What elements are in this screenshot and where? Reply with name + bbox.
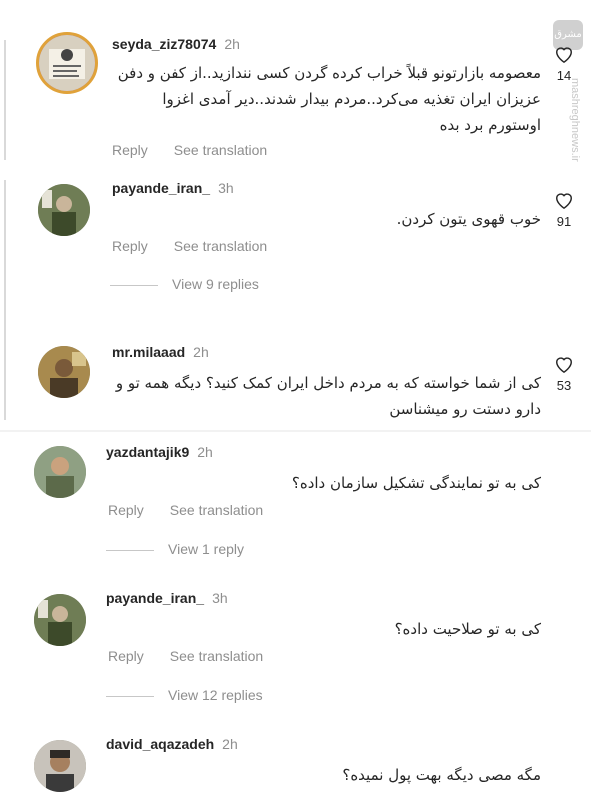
username[interactable]: payande_iran_ — [106, 590, 204, 606]
thread-line — [4, 40, 6, 160]
avatar[interactable] — [38, 184, 90, 236]
comment-actions: Reply See translation — [108, 648, 289, 664]
see-translation-button[interactable]: See translation — [174, 238, 267, 254]
view-replies-label: View 9 replies — [172, 276, 259, 292]
comment-header: seyda_ziz78074 2h — [112, 36, 240, 52]
see-translation-button[interactable]: See translation — [170, 648, 263, 664]
avatar[interactable] — [34, 594, 86, 646]
thread-line — [4, 180, 6, 420]
username[interactable]: seyda_ziz78074 — [112, 36, 216, 52]
timestamp: 2h — [222, 736, 238, 752]
timestamp: 2h — [193, 344, 209, 360]
replies-divider — [110, 284, 158, 286]
see-translation-button[interactable]: See translation — [174, 142, 267, 158]
like-button[interactable]: 53 — [551, 354, 577, 393]
view-replies-button[interactable]: View 1 reply — [106, 541, 244, 557]
timestamp: 3h — [218, 180, 234, 196]
reply-button[interactable]: Reply — [112, 142, 148, 158]
see-translation-button[interactable]: See translation — [170, 502, 263, 518]
avatar[interactable] — [38, 346, 90, 398]
comment-header: payande_iran_ 3h — [106, 590, 228, 606]
replies-divider — [106, 695, 154, 697]
heart-outline-icon — [555, 47, 573, 64]
comment-text: کی از شما خواسته که به مردم داخل ایران ک… — [115, 374, 541, 418]
like-button[interactable]: 91 — [551, 190, 577, 229]
comment-text: کی به تو نمایندگی تشکیل سازمان داده؟ — [291, 474, 541, 492]
username[interactable]: david_aqazadeh — [106, 736, 214, 752]
replies-divider — [106, 549, 154, 551]
reply-button[interactable]: Reply — [108, 502, 144, 518]
comment-header: yazdantajik9 2h — [106, 444, 213, 460]
reply-button[interactable]: Reply — [112, 238, 148, 254]
username[interactable]: yazdantajik9 — [106, 444, 189, 460]
username[interactable]: mr.milaaad — [112, 344, 185, 360]
comment-text: کی به تو صلاحیت داده؟ — [394, 620, 541, 638]
reply-button[interactable]: Reply — [108, 648, 144, 664]
avatar[interactable] — [34, 740, 86, 792]
like-count: 14 — [556, 68, 572, 83]
comment-text: معصومه بازارتونو قبلاً خراب کرده گردن کس… — [117, 64, 541, 134]
comment-header: mr.milaaad 2h — [112, 344, 209, 360]
heart-outline-icon — [555, 357, 573, 374]
timestamp: 3h — [212, 590, 228, 606]
timestamp: 2h — [224, 36, 240, 52]
like-count: 91 — [556, 214, 572, 229]
comment-header: payande_iran_ 3h — [112, 180, 234, 196]
username[interactable]: payande_iran_ — [112, 180, 210, 196]
timestamp: 2h — [197, 444, 213, 460]
like-button[interactable]: 14 — [551, 44, 577, 83]
comment-actions: Reply See translation — [112, 142, 293, 158]
like-count: 53 — [556, 378, 572, 393]
avatar[interactable] — [34, 446, 86, 498]
view-replies-label: View 1 reply — [168, 541, 245, 557]
comment-header: david_aqazadeh 2h — [106, 736, 238, 752]
heart-outline-icon — [555, 193, 573, 210]
avatar[interactable] — [36, 32, 98, 94]
view-replies-button[interactable]: View 12 replies — [106, 687, 263, 703]
comment-actions: Reply See translation — [108, 502, 289, 518]
view-replies-label: View 12 replies — [168, 687, 263, 703]
view-replies-button[interactable]: View 9 replies — [110, 276, 259, 292]
comment-text: مگه مصی دیگه بهت پول نمیده؟ — [342, 766, 541, 784]
comment-actions: Reply See translation — [112, 238, 293, 254]
screenshot-seam — [0, 430, 591, 432]
comment-text: خوب قهوی یتون کردن. — [396, 210, 541, 228]
